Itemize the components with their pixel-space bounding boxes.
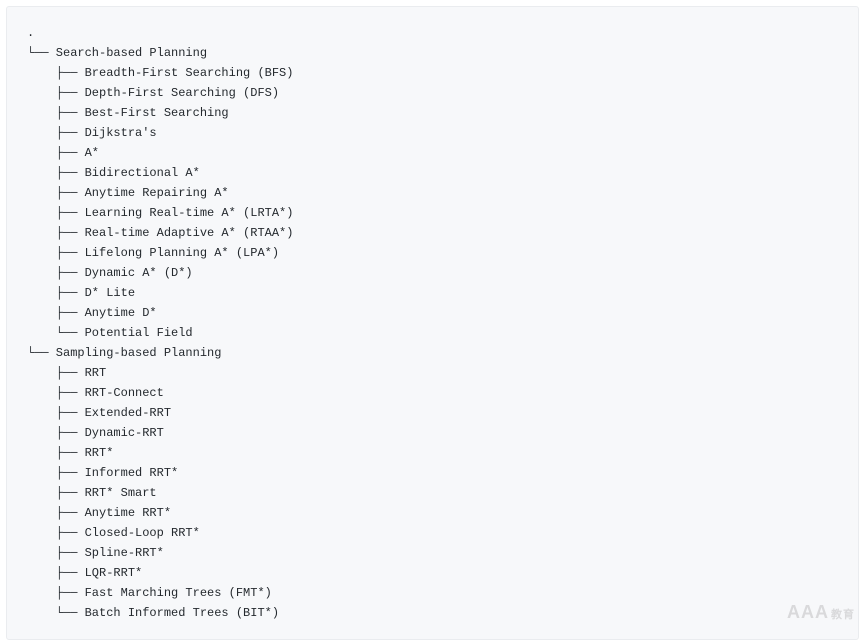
tree-line: ├── RRT* Smart xyxy=(27,483,838,503)
tree-line: ├── Depth-First Searching (DFS) xyxy=(27,83,838,103)
tree-line: ├── Real-time Adaptive A* (RTAA*) xyxy=(27,223,838,243)
tree-line: ├── A* xyxy=(27,143,838,163)
tree-line: ├── Dijkstra's xyxy=(27,123,838,143)
tree-line: ├── Closed-Loop RRT* xyxy=(27,523,838,543)
tree-line: ├── Extended-RRT xyxy=(27,403,838,423)
tree-line: ├── Bidirectional A* xyxy=(27,163,838,183)
tree-line: ├── D* Lite xyxy=(27,283,838,303)
tree-line: ├── Dynamic A* (D*) xyxy=(27,263,838,283)
tree-line: ├── Learning Real-time A* (LRTA*) xyxy=(27,203,838,223)
tree-line: ├── LQR-RRT* xyxy=(27,563,838,583)
tree-line: . xyxy=(27,23,838,43)
tree-line: └── Potential Field xyxy=(27,323,838,343)
tree-line: ├── Best-First Searching xyxy=(27,103,838,123)
tree-line: ├── Breadth-First Searching (BFS) xyxy=(27,63,838,83)
watermark-main: AAA xyxy=(787,602,829,622)
tree-line: ├── RRT* xyxy=(27,443,838,463)
tree-line: ├── RRT-Connect xyxy=(27,383,838,403)
tree-line: └── Search-based Planning xyxy=(27,43,838,63)
watermark-sub: 教育 xyxy=(831,609,855,621)
watermark: AAA教育 xyxy=(787,602,855,625)
tree-line: ├── Lifelong Planning A* (LPA*) xyxy=(27,243,838,263)
tree-line: ├── Spline-RRT* xyxy=(27,543,838,563)
tree-line: ├── Anytime RRT* xyxy=(27,503,838,523)
tree-line: ├── Fast Marching Trees (FMT*) xyxy=(27,583,838,603)
tree-line: └── Sampling-based Planning xyxy=(27,343,838,363)
tree-line: ├── Informed RRT* xyxy=(27,463,838,483)
tree-line: ├── Dynamic-RRT xyxy=(27,423,838,443)
tree-line: ├── Anytime D* xyxy=(27,303,838,323)
tree-line: └── Batch Informed Trees (BIT*) xyxy=(27,603,838,623)
tree-line: ├── Anytime Repairing A* xyxy=(27,183,838,203)
directory-tree-block: .└── Search-based Planning ├── Breadth-F… xyxy=(6,6,859,640)
tree-line: ├── RRT xyxy=(27,363,838,383)
